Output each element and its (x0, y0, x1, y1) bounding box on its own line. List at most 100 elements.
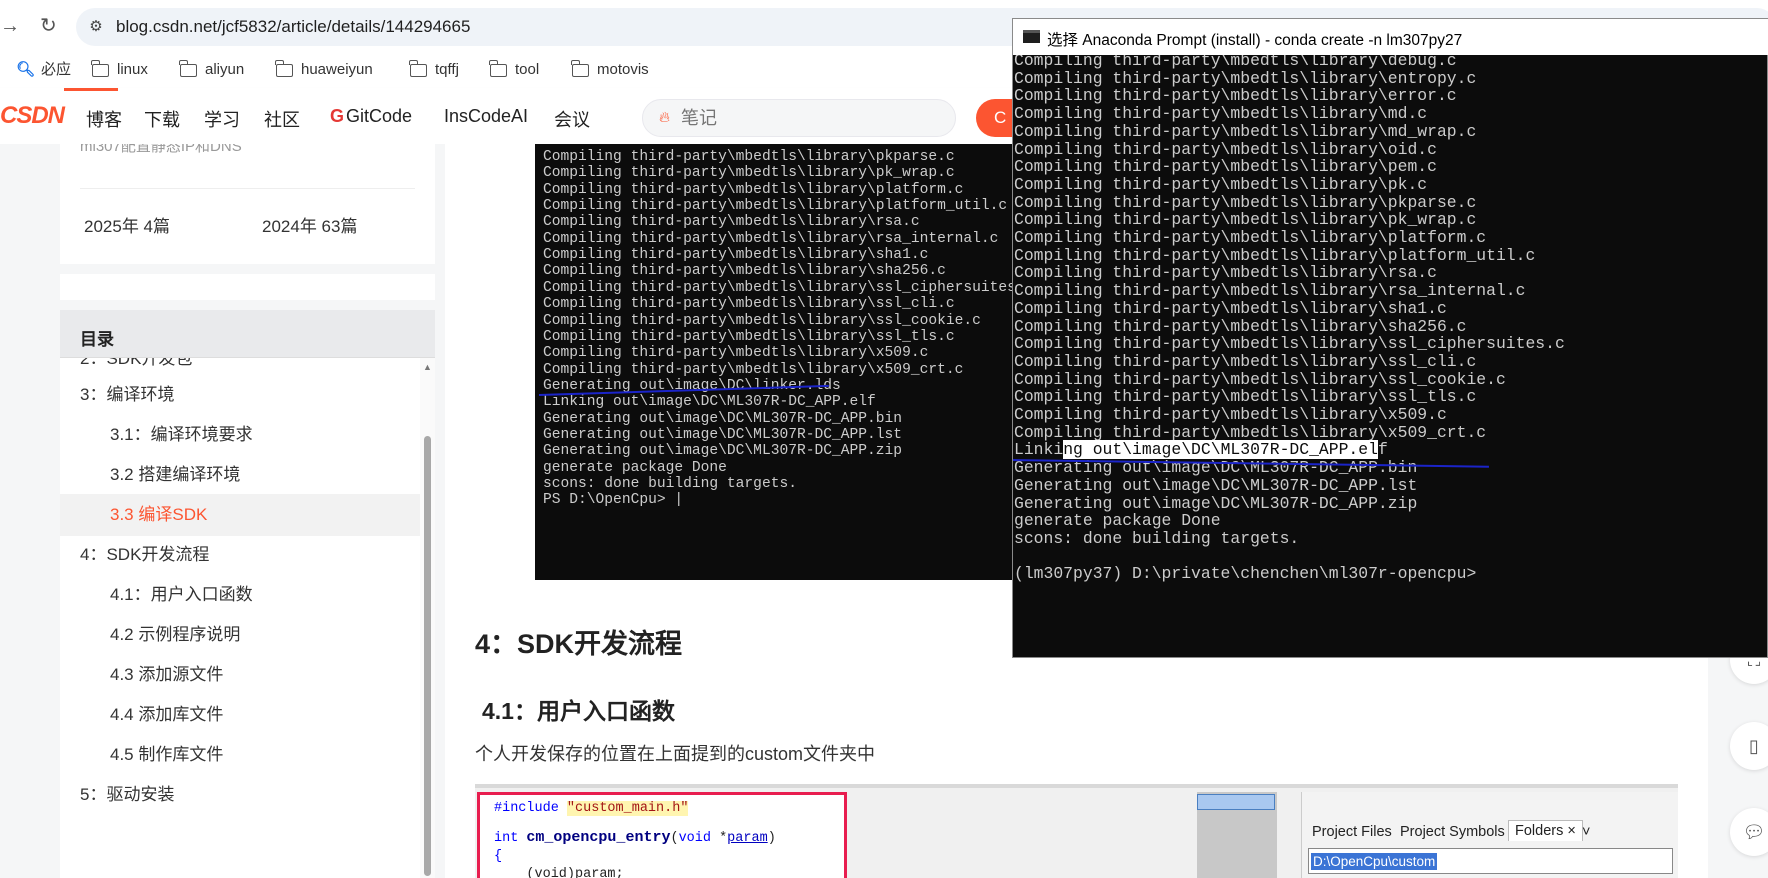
code-args-close: ) (767, 831, 776, 846)
toc-item-4-4[interactable]: 4.4 添加库文件 (60, 694, 420, 736)
toc-item-4[interactable]: 4：SDK开发流程 (60, 534, 420, 576)
tab-folders-label: Folders (1515, 823, 1564, 839)
nav-learn[interactable]: 学习 (204, 106, 240, 132)
bookmark-folder-huaweiyun[interactable]: huaweiyun (275, 59, 373, 80)
code-line-brace: { (494, 849, 503, 864)
terminal-image-line: Compiling third-party\mbedtls\library\x5… (543, 345, 929, 362)
toc-item-3[interactable]: 3：编译环境 (60, 374, 420, 416)
terminal-image-line: Compiling third-party\mbedtls\library\rs… (543, 214, 920, 231)
selected-text[interactable]: ng out\image\DC\ML307R-DC_APP.el (1063, 440, 1378, 460)
toc-item-4-2[interactable]: 4.2 示例程序说明 (60, 614, 420, 656)
tab-project-symbols[interactable]: Project Symbols (1400, 824, 1505, 840)
terminal-image-line: Generating out\image\DC\ML307R-DC_APP.bi… (543, 410, 903, 427)
search-box[interactable]: 🔥︎ (642, 99, 956, 137)
code-func-name: cm_opencpu_entry (526, 829, 671, 846)
toc-scrollbar[interactable]: ▲ (420, 358, 435, 878)
toc-item-5[interactable]: 5：驱动安装 (60, 774, 420, 816)
tab-more-icon[interactable]: ˅ (1582, 824, 1590, 840)
terminal-image-line: Compiling third-party\mbedtls\library\ss… (543, 312, 981, 329)
ide-folder-path[interactable]: D:\OpenCpu\custom (1308, 848, 1673, 874)
url-text[interactable]: blog.csdn.net/jcf5832/article/details/14… (116, 17, 470, 37)
terminal-line: (lm307py37) D:\private\chenchen\ml307r-o… (1014, 564, 1477, 584)
nav-gitcode[interactable]: G GitCode (330, 106, 412, 127)
window-titlebar[interactable]: 选择 Anaconda Prompt (install) - conda cre… (1013, 19, 1768, 55)
search-icon: 🔍︎ (16, 61, 36, 78)
code-line-cut: (void)param; (494, 867, 624, 878)
terminal-line: scons: done building targets. (1014, 528, 1300, 548)
terminal-screenshot: Compiling third-party\mbedtls\library\pk… (535, 144, 1015, 580)
heading-user-entry: 4.1：用户入口函数 (482, 698, 675, 724)
bookmark-label: motovis (597, 61, 649, 78)
bookmark-folder-linux[interactable]: linux (91, 59, 148, 80)
terminal-image-line: Generating out\image\DC\ML307R-DC_APP.zi… (543, 443, 903, 460)
tab-close-icon[interactable]: × (1567, 823, 1575, 839)
toc-item-3-2[interactable]: 3.2 搭建编译环境 (60, 454, 420, 496)
terminal-image-line: Generating out\image\DC\ML307R-DC_APP.ls… (543, 426, 903, 443)
terminal-image-line: Compiling third-party\mbedtls\library\ss… (543, 279, 1015, 296)
toc-item-3-3[interactable]: 3.3 编译SDK (60, 494, 420, 536)
ide-minimap[interactable] (1197, 794, 1275, 810)
bookmark-label: tqffj (435, 61, 459, 78)
bookmark-folder-tool[interactable]: tool (489, 59, 539, 80)
folder-icon (179, 59, 197, 77)
bookmark-folder-motovis[interactable]: motovis (571, 59, 649, 80)
terminal-image-line: PS D:\OpenCpu> | (543, 492, 684, 509)
terminal-image-line: Compiling third-party\mbedtls\library\ss… (543, 328, 955, 345)
flame-icon: 🔥︎ (659, 109, 671, 126)
bookmark-label: aliyun (205, 61, 245, 78)
reload-icon[interactable]: ↻ (40, 16, 57, 36)
folder-icon (489, 59, 507, 77)
search-input[interactable] (681, 108, 921, 129)
toc-card: 目录 2：SDK开发包 3：编译环境 3.1：编译环境要求 3.2 搭建编译环境… (60, 310, 435, 878)
sidebar-card (60, 274, 435, 300)
tab-project-files[interactable]: Project Files (1312, 824, 1392, 840)
archive-card: ml307配置静态IP和DNS 2025年 4篇 2024年 63篇 (60, 144, 435, 264)
heading-sdk-dev-flow: 4：SDK开发流程 (475, 629, 683, 659)
archive-2025[interactable]: 2025年 4篇 (84, 212, 170, 237)
csdn-logo[interactable]: CSDN (0, 102, 65, 130)
nav-inscodeai[interactable]: InsCodeAI (444, 106, 528, 127)
toc-item-4-5[interactable]: 4.5 制作库文件 (60, 734, 420, 776)
gitcode-icon: G (330, 106, 345, 126)
toc-item-3-1[interactable]: 3.1：编译环境要求 (60, 414, 420, 456)
terminal-image-line: generate package Done (543, 459, 727, 476)
folder-icon (409, 59, 427, 77)
archive-cut-text[interactable]: ml307配置静态IP和DNS (80, 144, 242, 160)
terminal-line-prefix: Linki (1014, 440, 1064, 460)
toc-item-2[interactable]: 2：SDK开发包 (60, 358, 420, 370)
terminal-image-line: Compiling third-party\mbedtls\library\sh… (543, 247, 929, 264)
terminal-image-line: Compiling third-party\mbedtls\library\x5… (543, 361, 964, 378)
terminal-image-line: Linking out\image\DC\ML307R-DC_APP.elf (543, 394, 876, 411)
article-paragraph: 个人开发保存的位置在上面提到的custom文件夹中 (475, 744, 876, 764)
nav-blog[interactable]: 博客 (86, 106, 122, 132)
code-param: param (727, 831, 768, 846)
terminal-image-line: Compiling third-party\mbedtls\library\sh… (543, 263, 946, 280)
folder-icon (571, 59, 589, 77)
scroll-thumb[interactable] (424, 436, 431, 876)
bookmark-bing[interactable]: 🔍︎ 必应 (16, 60, 71, 80)
nav-community[interactable]: 社区 (264, 106, 300, 132)
ide-screenshot: #include "custom_main.h" int cm_opencpu_… (475, 784, 1678, 878)
code-args-open: ( (670, 831, 679, 846)
archive-2024[interactable]: 2024年 63篇 (262, 212, 357, 237)
nav-gitcode-label: GitCode (346, 106, 413, 126)
bookmark-label: linux (117, 61, 148, 78)
bookmark-folder-tqffj[interactable]: tqffj (409, 59, 459, 80)
scroll-up-icon[interactable]: ▲ (423, 362, 432, 372)
back-icon[interactable]: → (0, 16, 20, 36)
nav-download[interactable]: 下载 (144, 106, 180, 132)
terminal-image-line: scons: done building targets. (543, 476, 797, 492)
tab-folders[interactable]: Folders × (1508, 820, 1583, 841)
toc-item-4-3[interactable]: 4.3 添加源文件 (60, 654, 420, 696)
site-info-icon[interactable]: ⚙ (86, 17, 106, 37)
anaconda-prompt-window[interactable]: 选择 Anaconda Prompt (install) - conda cre… (1012, 18, 1768, 658)
code-include-keyword: #include (494, 801, 559, 816)
terminal-line-suffix: f (1377, 440, 1388, 460)
toc-title: 目录 (80, 330, 114, 349)
terminal-image-line: Compiling third-party\mbedtls\library\pk… (543, 165, 955, 182)
terminal-output[interactable]: Compiling third-party\mbedtls\library\de… (1013, 55, 1768, 659)
code-int-keyword: int (494, 831, 519, 846)
bookmark-folder-aliyun[interactable]: aliyun (179, 59, 245, 80)
nav-meeting[interactable]: 会议 (554, 106, 590, 132)
toc-item-4-1[interactable]: 4.1：用户入口函数 (60, 574, 420, 616)
